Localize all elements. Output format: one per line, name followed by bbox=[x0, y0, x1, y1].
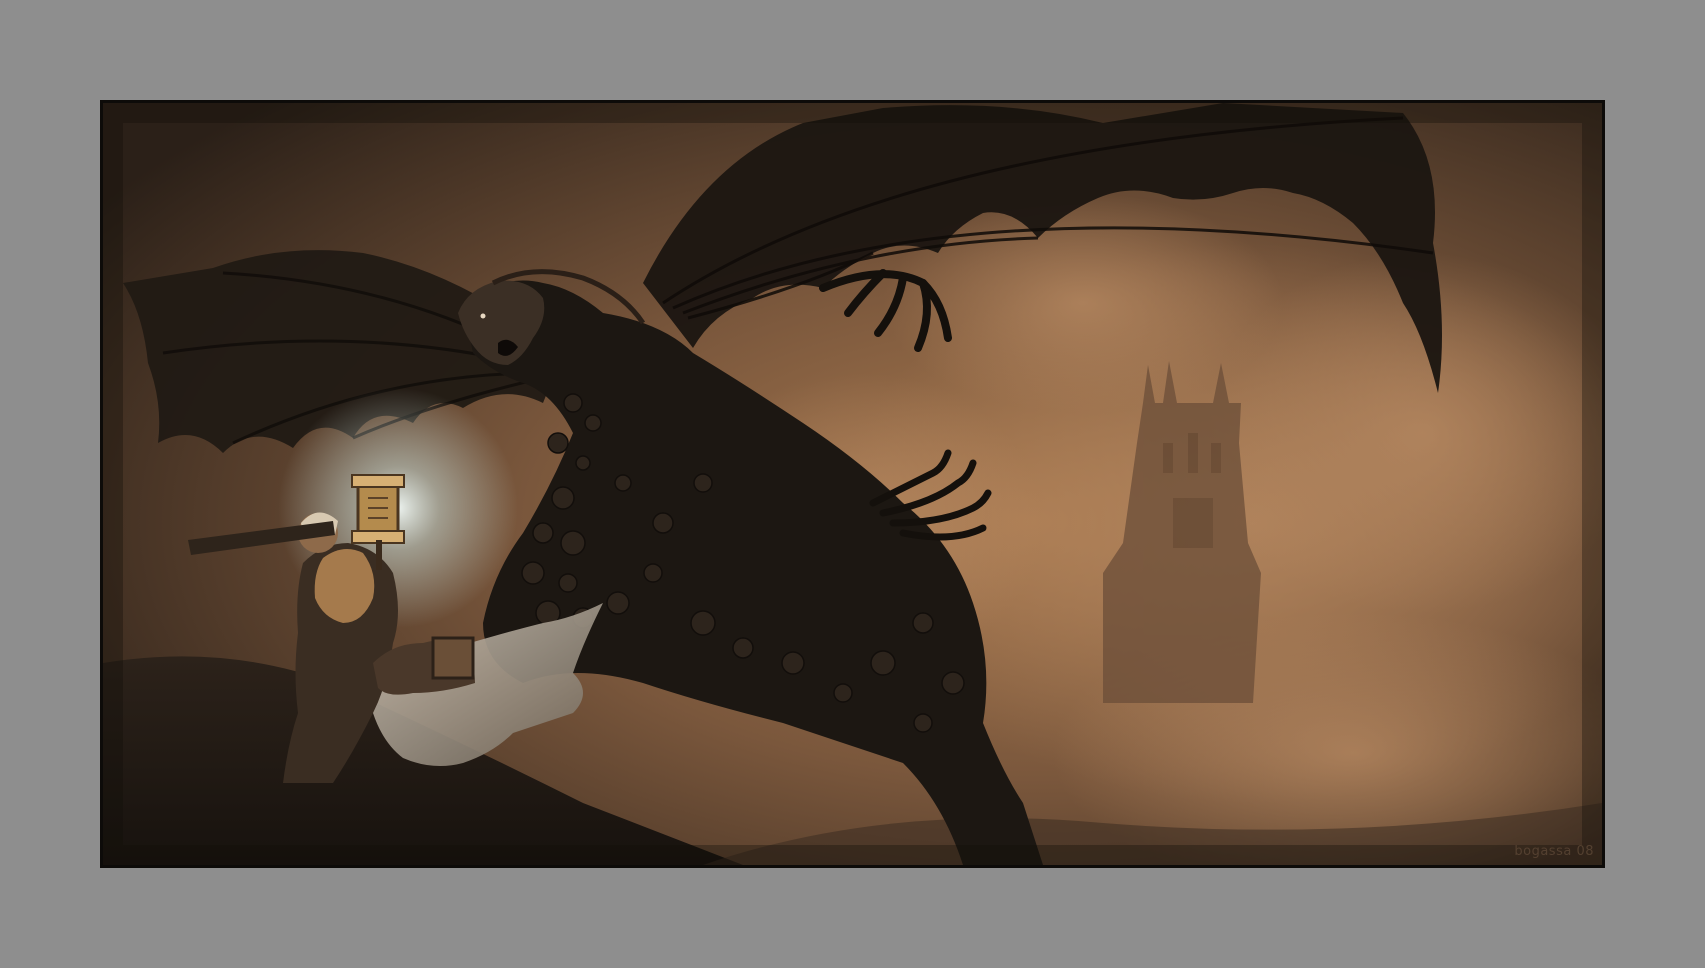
artist-signature: bogassa 08 bbox=[1514, 844, 1594, 859]
artwork-frame: bogassa 08 bbox=[100, 100, 1605, 868]
fantasy-artwork bbox=[103, 103, 1602, 865]
